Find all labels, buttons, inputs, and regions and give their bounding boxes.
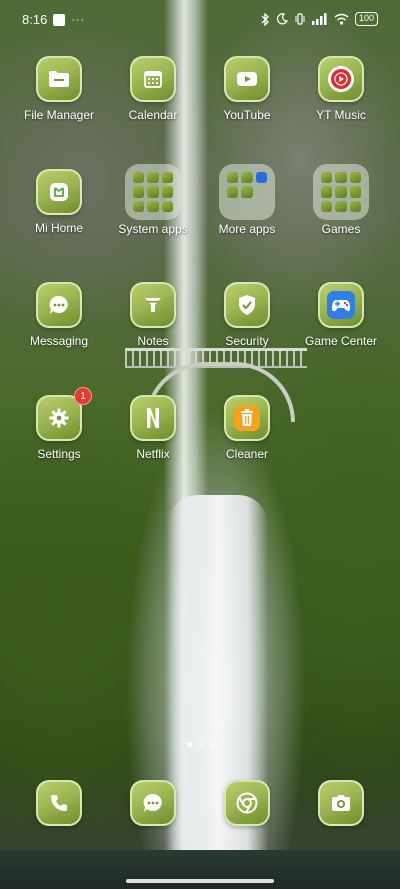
home-icon (36, 169, 82, 215)
status-bar: 8:16 ··· 100 (0, 0, 400, 38)
chat-icon (36, 282, 82, 328)
bluetooth-icon (260, 12, 270, 26)
play-icon (224, 56, 270, 102)
folder-label: System apps (118, 222, 188, 236)
folder-label: Games (321, 222, 361, 236)
phone-icon (36, 780, 82, 826)
dock-chrome[interactable] (199, 780, 295, 826)
vibrate-icon (294, 13, 306, 25)
more-notifications-icon: ··· (71, 13, 86, 26)
app-label: Notes (137, 334, 169, 348)
folder-system-apps[interactable]: System apps (105, 164, 201, 236)
app-file-manager[interactable]: File Manager (11, 56, 107, 122)
app-youtube[interactable]: YouTube (199, 56, 295, 122)
dock-phone[interactable] (11, 780, 107, 826)
music-icon (318, 56, 364, 102)
app-label: Security (225, 334, 269, 348)
signal-icon (311, 13, 328, 25)
folder-games[interactable]: Games (293, 164, 389, 236)
page-dot[interactable] (197, 742, 203, 747)
page-indicator[interactable] (0, 742, 400, 747)
funnel-icon (130, 282, 176, 328)
wifi-icon (334, 13, 349, 25)
app-label: Messaging (29, 334, 89, 348)
chat-icon (130, 780, 176, 826)
home-indicator[interactable] (126, 879, 274, 883)
app-settings[interactable]: 1 Settings (11, 387, 107, 461)
folder-label: More apps (218, 222, 276, 236)
app-label: YouTube (223, 108, 271, 122)
gamepad-icon (318, 282, 364, 328)
page-dot[interactable] (186, 742, 192, 747)
app-notes[interactable]: Notes (105, 282, 201, 348)
shield-icon (224, 282, 270, 328)
folder-preview (219, 164, 275, 220)
status-time: 8:16 (22, 12, 48, 27)
notification-icon (53, 13, 66, 26)
app-label: Game Center (304, 334, 378, 348)
gear-icon: 1 (36, 387, 92, 441)
folder-preview (125, 164, 181, 220)
dock-camera[interactable] (293, 780, 389, 826)
app-label: Cleaner (225, 447, 269, 461)
app-security[interactable]: Security (199, 282, 295, 348)
trash-icon (224, 395, 270, 441)
app-messaging[interactable]: Messaging (11, 282, 107, 348)
calendar-icon (130, 56, 176, 102)
wallpaper-pool (0, 850, 400, 889)
app-netflix[interactable]: Netflix (105, 395, 201, 461)
app-game-center[interactable]: Game Center (293, 282, 389, 348)
app-calendar[interactable]: Calendar (105, 56, 201, 122)
app-label: Settings (37, 447, 81, 461)
app-label: File Manager (23, 108, 95, 122)
moon-icon (276, 13, 288, 25)
notification-badge: 1 (74, 387, 92, 405)
dock-messaging[interactable] (105, 780, 201, 826)
camera-icon (318, 780, 364, 826)
app-mi-home[interactable]: Mi Home (11, 169, 107, 235)
app-cleaner[interactable]: Cleaner (199, 395, 295, 461)
app-label: Netflix (136, 447, 170, 461)
folder-more-apps[interactable]: More apps (199, 164, 295, 236)
chrome-icon (224, 780, 270, 826)
folder-icon (36, 56, 82, 102)
app-label: YT Music (316, 108, 366, 122)
folder-preview (313, 164, 369, 220)
netflix-icon (130, 395, 176, 441)
app-yt-music[interactable]: YT Music (293, 56, 389, 122)
app-label: Mi Home (34, 221, 83, 235)
battery-indicator: 100 (354, 12, 378, 26)
app-label: Calendar (128, 108, 178, 122)
page-dot[interactable] (208, 742, 214, 747)
